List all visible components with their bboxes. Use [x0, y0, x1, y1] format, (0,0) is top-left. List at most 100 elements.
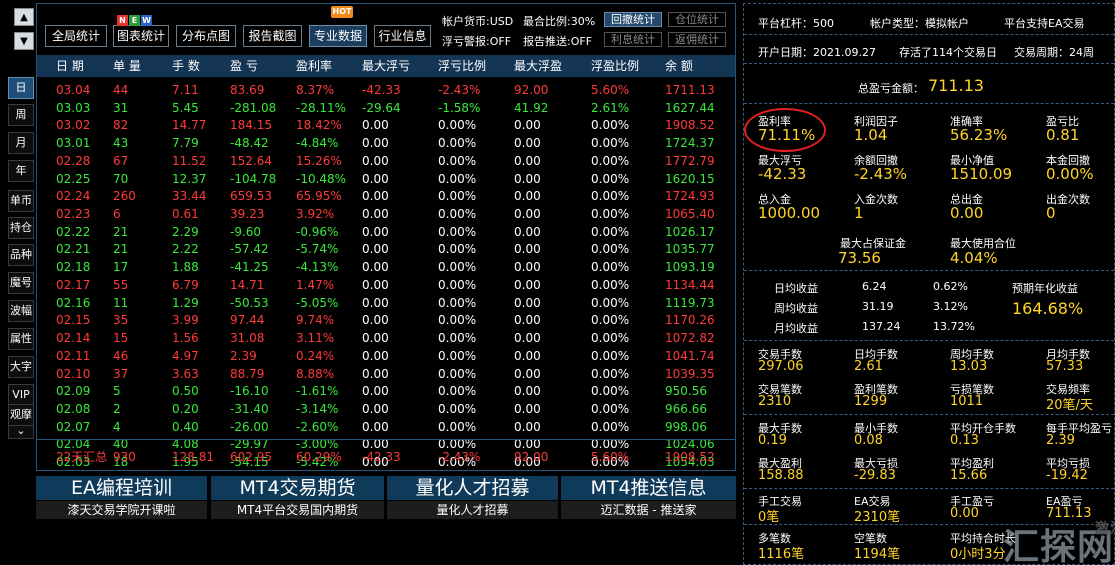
cell-bal: 966.66 [665, 401, 707, 416]
table-row[interactable]: 02.22 21 2.29 -9.60 -0.96% 0.00 0.00% 0.00 0.00%… [37, 224, 735, 242]
float-loss-alert[interactable]: 浮亏警报:OFF [442, 33, 511, 49]
table-row[interactable]: 02.11 46 4.97 2.39 0.24% 0.00 0.00% 0.00 0.00% 10… [37, 348, 735, 366]
cell-date: 03.02 [56, 118, 91, 133]
col-pnl[interactable]: 盈 亏 [230, 55, 258, 77]
cell-rate: 1.47% [296, 277, 335, 292]
period-year-button[interactable]: 年 [8, 160, 34, 182]
table-row[interactable]: 02.18 17 1.88 -41.25 -4.13% 0.00 0.00% 0.00 0.00… [37, 259, 735, 277]
pro-data-button[interactable]: 专业数据 [309, 25, 367, 47]
chart-stats-button[interactable]: 图表统计 [113, 25, 169, 47]
side-item-volatility[interactable]: 波幅 [8, 300, 34, 322]
side-item-attributes[interactable]: 属性 [8, 328, 34, 350]
banner-mt4-futures[interactable]: MT4交易期货 MT4平台交易国内期货 [211, 476, 384, 519]
table-row[interactable]: 02.08 2 0.20 -31.40 -3.14% 0.00 0.00% 0.00 0.00%… [37, 401, 735, 419]
table-row[interactable]: 02.15 35 3.99 97.44 9.74% 0.00 0.00% 0.00 0.00% 1… [37, 312, 735, 330]
col-lots[interactable]: 手 数 [172, 55, 200, 77]
cell-date: 02.18 [56, 260, 91, 275]
left-nav: ▲ ▼ 日 周 月 年 单币 持仓 品种 魔号 波幅 属性 大字 VIP 观摩 … [0, 0, 36, 565]
side-item-magic[interactable]: 魔号 [8, 272, 34, 294]
side-item-symbols[interactable]: 品种 [8, 244, 34, 266]
banner-mt4-push[interactable]: MT4推送信息 迈汇数据 - 推送家 [561, 476, 736, 519]
cell-bal: 1134.44 [665, 277, 715, 292]
cell-date: 02.28 [56, 153, 91, 168]
cell-orders: 21 [113, 224, 129, 239]
table-row[interactable]: 02.07 4 0.40 -26.00 -2.60% 0.00 0.00% 0.00 0.00%… [37, 419, 735, 437]
cell-maxdd: 0.00 [362, 295, 389, 310]
stat-value: 0笔 [758, 510, 780, 525]
total-pnl-value: 711.13 [928, 76, 984, 95]
table-row[interactable]: 02.16 11 1.29 -50.53 -5.05% 0.00 0.00% 0.00 0.00… [37, 295, 735, 313]
rebate-stats-button[interactable]: 返佣统计 [668, 32, 726, 47]
position-stats-button[interactable]: 仓位统计 [668, 12, 726, 27]
cell-lots: 5.45 [172, 100, 199, 115]
drawdown-stats-button[interactable]: 回撤统计 [604, 12, 662, 27]
table-row[interactable]: 02.09 5 0.50 -16.10 -1.61% 0.00 0.00% 0.00 0.00%… [37, 383, 735, 401]
banner-ea-training[interactable]: EA编程培训 漆天交易学院开课啦 [36, 476, 207, 519]
cell-uppct: 0.00% [591, 153, 630, 168]
col-balance[interactable]: 余 额 [665, 55, 693, 77]
table-row[interactable]: 03.03 31 5.45 -281.08 -28.11% -29.64 -1.58% 41.… [37, 100, 735, 118]
period-day-button[interactable]: 日 [8, 77, 34, 99]
side-item-large-font[interactable]: 大字 [8, 356, 34, 378]
side-item-vip[interactable]: VIP [8, 384, 34, 406]
distribution-chart-button[interactable]: 分布点图 [176, 25, 236, 47]
banner-quant-recruit[interactable]: 量化人才招募 量化人才招募 [387, 476, 558, 519]
monthly-avg-label: 月均收益 [774, 322, 818, 335]
period-month-button[interactable]: 月 [8, 132, 34, 154]
stat-value: 0 [1046, 204, 1056, 222]
scroll-down-arrow-icon[interactable]: ▼ [14, 32, 34, 50]
col-max-floating-profit[interactable]: 最大浮盈 [514, 55, 562, 77]
cell-uppct: 2.61% [591, 100, 630, 115]
cell-ddpct: 0.00% [438, 153, 477, 168]
table-row[interactable]: 02.10 37 3.63 88.79 8.88% 0.00 0.00% 0.00 0.00% 1… [37, 366, 735, 384]
side-item-positions[interactable]: 持仓 [8, 217, 34, 239]
side-item-observe[interactable]: 观摩 [8, 404, 34, 426]
table-row[interactable]: 02.14 15 1.56 31.08 3.11% 0.00 0.00% 0.00 0.00% 1… [37, 330, 735, 348]
col-date[interactable]: 日 期 [56, 55, 84, 77]
table-row[interactable]: 02.28 67 11.52 152.64 15.26% 0.00 0.00% 0.00 0.0… [37, 153, 735, 171]
report-screenshot-button[interactable]: 报告截图 [243, 25, 302, 47]
cell-lots: 1.88 [172, 260, 199, 275]
cell-ddpct: 0.00% [438, 260, 477, 275]
report-push[interactable]: 报告推送:OFF [523, 33, 592, 49]
table-row[interactable]: 03.01 43 7.79 -48.42 -4.84% 0.00 0.00% 0.00 0.00… [37, 135, 735, 153]
monthly-avg-pct: 13.72% [933, 320, 975, 333]
table-row[interactable]: 02.21 21 2.22 -57.42 -5.74% 0.00 0.00% 0.00 0.00… [37, 241, 735, 259]
cell-uppct: 0.00% [591, 207, 630, 222]
cell-maxup: 0.00 [514, 366, 541, 381]
cell-lots: 0.61 [172, 207, 199, 222]
col-orders[interactable]: 单 量 [113, 55, 141, 77]
table-row[interactable]: 02.24 260 33.44 659.53 65.95% 0.00 0.00% 0.00 0.… [37, 188, 735, 206]
table-row[interactable]: 02.17 55 6.79 14.71 1.47% 0.00 0.00% 0.00 0.00% 1… [37, 277, 735, 295]
col-floating-profit-pct[interactable]: 浮盈比例 [591, 55, 639, 77]
weekly-avg-amount: 31.19 [862, 300, 894, 313]
table-row[interactable]: 03.04 44 7.11 83.69 8.37% -42.33 -2.43% 92.00 5.… [37, 82, 735, 100]
cell-bal: 1026.17 [665, 224, 715, 239]
stat-value: 0.19 [758, 433, 787, 448]
industry-info-button[interactable]: 行业信息 [374, 25, 431, 47]
col-drawdown-pct[interactable]: 浮亏比例 [438, 55, 486, 77]
more-chevron-icon[interactable]: ⌄ [8, 425, 34, 439]
cell-maxdd: 0.00 [362, 419, 389, 434]
table-row[interactable]: 02.25 70 12.37 -104.78 -10.48% 0.00 0.00% 0.00 0… [37, 171, 735, 189]
account-type: 帐户类型：模拟帐户 [870, 17, 969, 30]
daily-report-panel: 全局统计 图表统计 分布点图 报告截图 专业数据 行业信息 N E W HOT … [36, 3, 736, 471]
cell-maxdd: 0.00 [362, 401, 389, 416]
table-row[interactable]: 02.23 6 0.61 39.23 3.92% 0.00 0.00% 0.00 0.00% 10… [37, 206, 735, 224]
period-week-button[interactable]: 周 [8, 104, 34, 126]
annual-return-value: 164.68% [1012, 299, 1084, 318]
table-row[interactable]: 03.02 82 14.77 184.15 18.42% 0.00 0.00% 0.00 0.0… [37, 117, 735, 135]
interest-stats-button[interactable]: 利息统计 [604, 32, 662, 47]
scroll-up-arrow-icon[interactable]: ▲ [14, 8, 34, 26]
col-rate[interactable]: 盈利率 [296, 55, 332, 77]
stat-value: 2310 [758, 394, 792, 409]
cell-bal: 998.06 [665, 419, 707, 434]
cell-date: 02.24 [56, 189, 91, 204]
stat-value: 297.06 [758, 359, 804, 374]
global-stats-button[interactable]: 全局统计 [45, 25, 107, 47]
col-max-drawdown[interactable]: 最大浮亏 [362, 55, 410, 77]
cell-orders: 5 [113, 384, 121, 399]
side-item-single-currency[interactable]: 单币 [8, 190, 34, 212]
cell-rate: -2.60% [296, 419, 339, 434]
cell-orders: 55 [113, 277, 129, 292]
